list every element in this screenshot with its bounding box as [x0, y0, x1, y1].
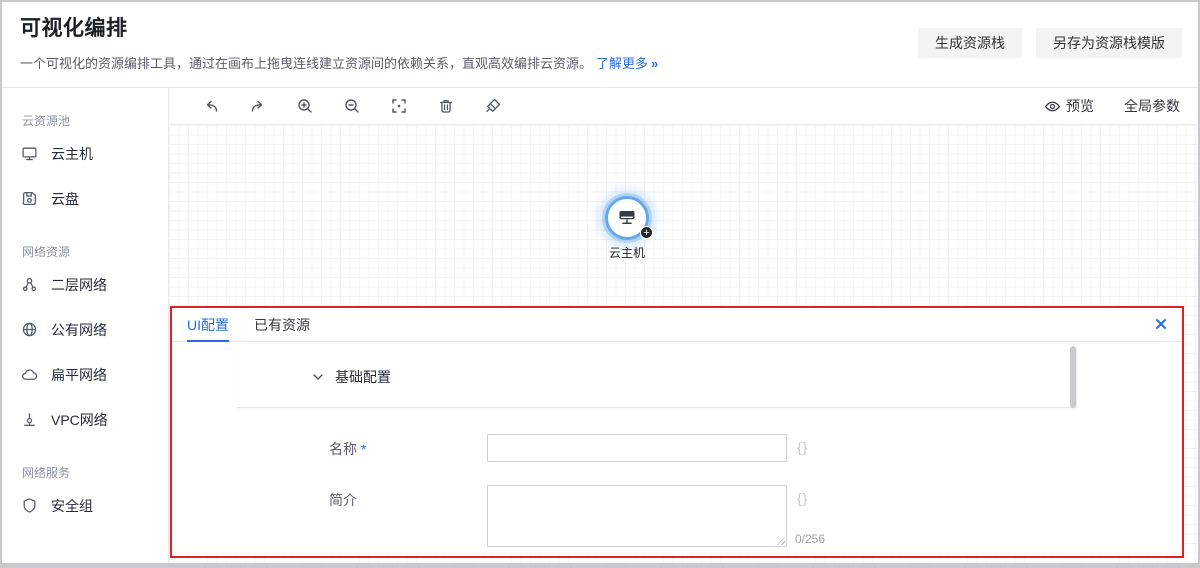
page-title: 可视化编排 — [20, 12, 657, 42]
sidebar-section-cloud-pool: 云资源池 — [22, 112, 168, 129]
public-network-icon — [21, 321, 38, 338]
preview-button[interactable]: 预览 — [1044, 96, 1094, 116]
sidebar-item-label: 扁平网络 — [51, 365, 107, 385]
double-chevron-icon: » — [651, 56, 657, 71]
sidebar-section-network-resources: 网络资源 — [22, 243, 168, 260]
zoom-out-icon — [343, 97, 361, 115]
fit-view-icon — [390, 97, 408, 115]
fit-view-button[interactable] — [389, 97, 408, 116]
form-row-name: 名称* {} — [329, 434, 1077, 462]
section-title: 基础配置 — [335, 367, 391, 387]
redo-icon — [249, 97, 267, 115]
basic-config-form: 名称* {} 简介 {} 0/256 — [237, 434, 1077, 547]
name-label: 名称* — [329, 434, 487, 462]
global-params-button[interactable]: 全局参数 — [1124, 96, 1180, 116]
vpc-network-icon — [21, 411, 38, 428]
sidebar-item-l2-network[interactable]: 二层网络 — [2, 262, 168, 307]
binding-braces-icon[interactable]: {} — [797, 490, 808, 506]
canvas-toolbar: 预览 全局参数 — [169, 88, 1198, 125]
flat-network-icon — [21, 366, 38, 383]
generate-stack-button[interactable]: 生成资源栈 — [918, 28, 1022, 58]
l2-network-icon — [21, 276, 38, 293]
name-input[interactable] — [487, 434, 787, 462]
sidebar-section-network-services: 网络服务 — [22, 464, 168, 481]
config-panel: UI配置 已有资源 基础配置 — [170, 306, 1184, 558]
section-basic-config[interactable]: 基础配置 — [237, 346, 1077, 408]
zoom-out-button[interactable] — [342, 97, 361, 116]
description-label: 简介 — [329, 485, 487, 547]
add-connection-button[interactable]: + — [640, 226, 653, 239]
sidebar-item-security-group[interactable]: 安全组 — [2, 483, 168, 528]
panel-scrollbar[interactable] — [1070, 346, 1076, 408]
undo-button[interactable] — [201, 97, 220, 116]
sidebar-item-vpc-network[interactable]: VPC网络 — [2, 397, 168, 442]
resource-sidebar: 云资源池 云主机 云盘 网络资源 二层网络 — [2, 88, 169, 563]
sidebar-item-cloud-disk[interactable]: 云盘 — [2, 176, 168, 221]
page-subtitle: 一个可视化的资源编排工具，通过在画布上拖曳连线建立资源间的依赖关系，直观高效编排… — [20, 56, 592, 71]
brush-icon — [484, 97, 502, 115]
panel-scroll-area: 基础配置 名称* {} 简介 — [237, 346, 1077, 547]
page-header: 可视化编排 一个可视化的资源编排工具，通过在画布上拖曳连线建立资源间的依赖关系，… — [2, 2, 1198, 88]
eye-icon — [1044, 98, 1061, 115]
delete-button[interactable] — [436, 97, 455, 116]
clear-canvas-button[interactable] — [483, 97, 502, 116]
sidebar-item-label: 云盘 — [51, 189, 79, 209]
sidebar-item-label: 云主机 — [51, 144, 93, 164]
sidebar-item-public-network[interactable]: 公有网络 — [2, 307, 168, 352]
tab-ui-config[interactable]: UI配置 — [187, 308, 229, 341]
chevron-down-icon — [311, 370, 325, 384]
required-asterisk: * — [361, 441, 366, 457]
undo-icon — [202, 97, 220, 115]
cloud-disk-icon — [21, 190, 38, 207]
sidebar-item-cloud-host[interactable]: 云主机 — [2, 131, 168, 176]
zoom-in-button[interactable] — [295, 97, 314, 116]
node-label: 云主机 — [605, 244, 649, 261]
save-as-template-button[interactable]: 另存为资源栈模版 — [1036, 28, 1182, 58]
redo-button[interactable] — [248, 97, 267, 116]
cloud-host-icon — [21, 145, 38, 162]
canvas-node-cloud-host[interactable]: + 云主机 — [605, 196, 649, 261]
zoom-in-icon — [296, 97, 314, 115]
panel-tabs: UI配置 已有资源 — [172, 308, 1182, 342]
monitor-icon — [615, 206, 639, 230]
binding-braces-icon[interactable]: {} — [797, 439, 808, 455]
sidebar-item-label: 公有网络 — [51, 320, 107, 340]
sidebar-item-label: 二层网络 — [51, 275, 107, 295]
app-window: 可视化编排 一个可视化的资源编排工具，通过在画布上拖曳连线建立资源间的依赖关系，… — [0, 0, 1200, 568]
description-textarea[interactable] — [487, 485, 787, 547]
sidebar-item-label: 安全组 — [51, 496, 93, 516]
tab-existing-resources[interactable]: 已有资源 — [254, 308, 310, 341]
char-counter: 0/256 — [795, 532, 825, 546]
sidebar-item-label: VPC网络 — [51, 410, 108, 430]
form-row-description: 简介 {} 0/256 — [329, 485, 1077, 547]
panel-body: 基础配置 名称* {} 简介 — [172, 342, 1182, 555]
trash-icon — [437, 97, 455, 115]
security-group-icon — [21, 497, 38, 514]
close-icon[interactable] — [1153, 316, 1169, 332]
sidebar-item-flat-network[interactable]: 扁平网络 — [2, 352, 168, 397]
learn-more-link[interactable]: 了解更多» — [596, 56, 657, 71]
